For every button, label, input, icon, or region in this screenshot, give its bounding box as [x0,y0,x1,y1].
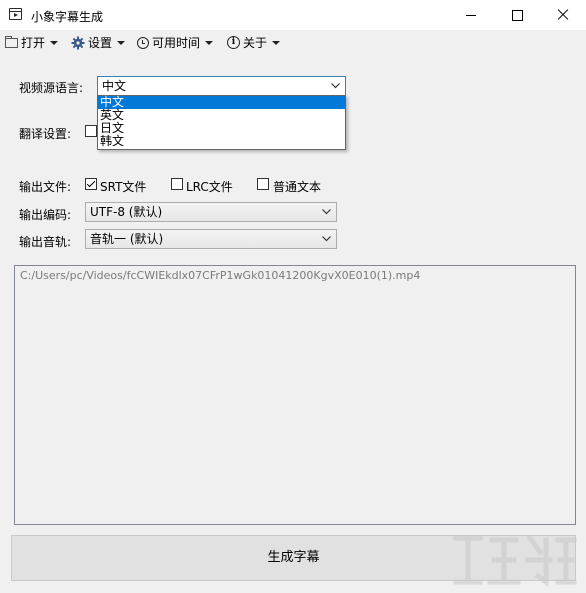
close-icon [557,9,569,21]
encoding-select[interactable]: UTF-8 (默认) [85,202,337,222]
menu-about-label: 关于 [243,36,268,50]
source-language-dropdown: 中文 英文 日文 韩文 [97,95,346,150]
file-list[interactable]: C:/Users/pc/Videos/fcCWIEkdlx07CFrP1wGk0… [14,265,576,525]
audio-track-select[interactable]: 音轨一 (默认) [85,229,337,249]
audio-track-value: 音轨一 (默认) [90,232,164,246]
menu-about[interactable]: i 关于 [227,34,281,51]
menu-settings-label: 设置 [88,36,113,50]
menu-time-label: 可用时间 [152,36,201,50]
info-icon: i [227,36,240,49]
menu-settings[interactable]: 设置 [71,34,126,51]
translate-settings-label: 翻译设置: [19,127,72,141]
app-icon [9,8,22,20]
clock-icon [137,36,149,49]
gear-icon [71,36,85,49]
output-encoding-label: 输出编码: [19,208,72,222]
folder-icon [5,35,18,48]
chevron-down-icon [331,83,340,91]
audio-track-label: 输出音轨: [19,235,72,249]
menu-open-label: 打开 [21,36,46,50]
file-path-item[interactable]: C:/Users/pc/Videos/fcCWIEkdlx07CFrP1wGk0… [20,269,420,282]
output-file-label: 输出文件: [19,180,72,194]
maximize-button[interactable] [494,0,540,30]
source-language-label: 视频源语言: [19,81,84,95]
language-option[interactable]: 日文 [98,122,345,135]
watermark-logo [453,534,577,587]
srt-label: SRT文件 [100,180,147,194]
menu-open[interactable]: 打开 [5,34,59,51]
title-bar: 小象字幕生成 [0,0,586,30]
encoding-value: UTF-8 (默认) [90,205,163,219]
caret-down-icon [117,40,126,45]
menu-available-time[interactable]: 可用时间 [137,34,214,51]
close-button[interactable] [540,0,586,30]
lrc-label: LRC文件 [186,180,233,194]
caret-down-icon [50,40,59,45]
caret-down-icon [272,40,281,45]
window-title: 小象字幕生成 [31,10,104,24]
srt-checkbox[interactable] [85,178,97,190]
caret-down-icon [205,40,214,45]
plain-text-checkbox[interactable] [257,178,269,190]
translate-checkbox[interactable] [85,125,97,137]
maximize-icon [511,9,523,21]
minimize-button[interactable] [448,0,494,30]
minimize-icon [466,14,476,16]
chevron-down-icon [322,236,331,244]
source-language-select[interactable]: 中文 [97,76,346,96]
language-option[interactable]: 英文 [98,109,345,122]
chevron-down-icon [322,209,331,217]
lrc-checkbox[interactable] [171,178,183,190]
plain-text-label: 普通文本 [273,180,322,194]
source-language-value: 中文 [102,79,127,93]
menu-bar: 打开 设置 可用时间 i 关于 [0,30,586,54]
language-option[interactable]: 韩文 [98,135,345,148]
language-option[interactable]: 中文 [98,96,345,109]
